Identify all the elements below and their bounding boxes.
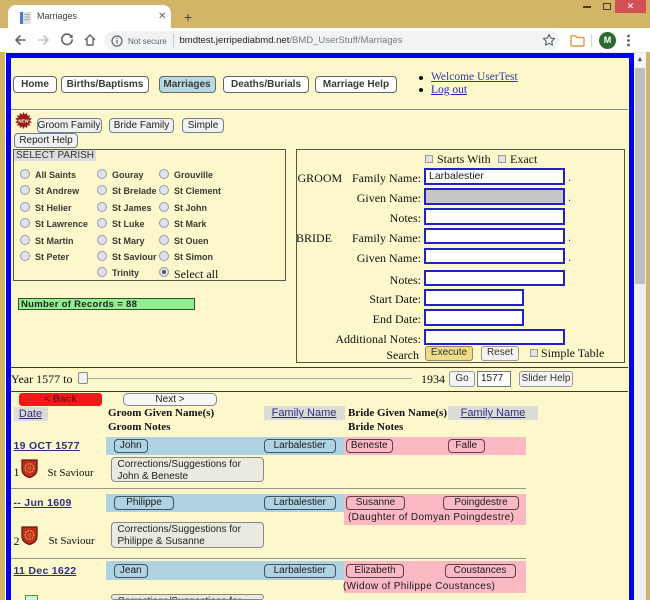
svg-text:NEW: NEW (18, 119, 29, 124)
